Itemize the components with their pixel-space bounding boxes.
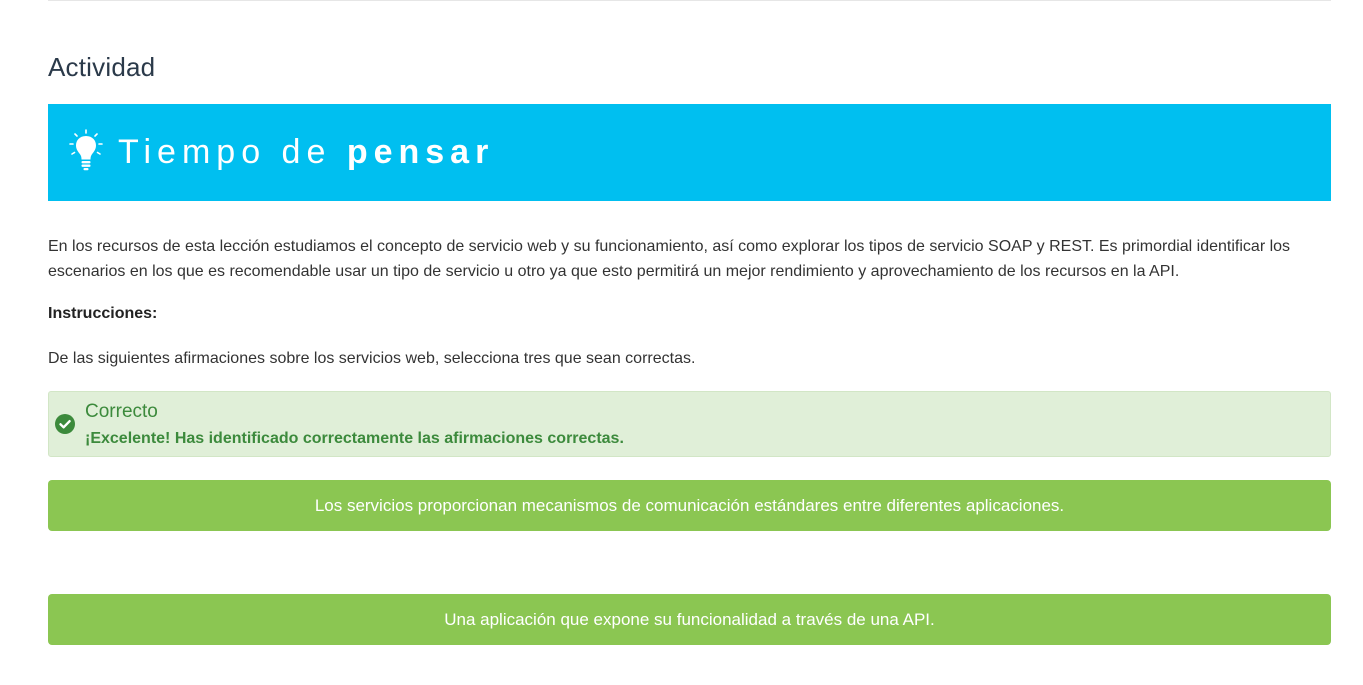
intro-paragraph: En los recursos de esta lección estudiam… [48, 238, 1291, 280]
feedback-alert: Correcto ¡Excelente! Has identificado co… [48, 391, 1331, 457]
instructions-text: De las siguientes afirmaciones sobre los… [48, 350, 696, 367]
banner-title-light: Tiempo de [118, 133, 347, 171]
instructions-label: Instrucciones: [48, 305, 158, 322]
lightbulb-icon [69, 129, 103, 171]
activity-banner: Tiempo de pensar [48, 104, 1331, 201]
check-circle-icon [55, 414, 75, 434]
option-button[interactable]: Una aplicación que expone su funcionalid… [48, 594, 1331, 645]
top-divider [48, 0, 1331, 1]
banner-title: Tiempo de pensar [118, 135, 494, 169]
banner-title-bold: pensar [346, 133, 495, 171]
feedback-title: Correcto [85, 401, 158, 422]
page-title: Actividad [48, 52, 156, 82]
option-button[interactable]: Los servicios proporcionan mecanismos de… [48, 480, 1331, 531]
feedback-message: ¡Excelente! Has identificado correctamen… [85, 430, 624, 447]
